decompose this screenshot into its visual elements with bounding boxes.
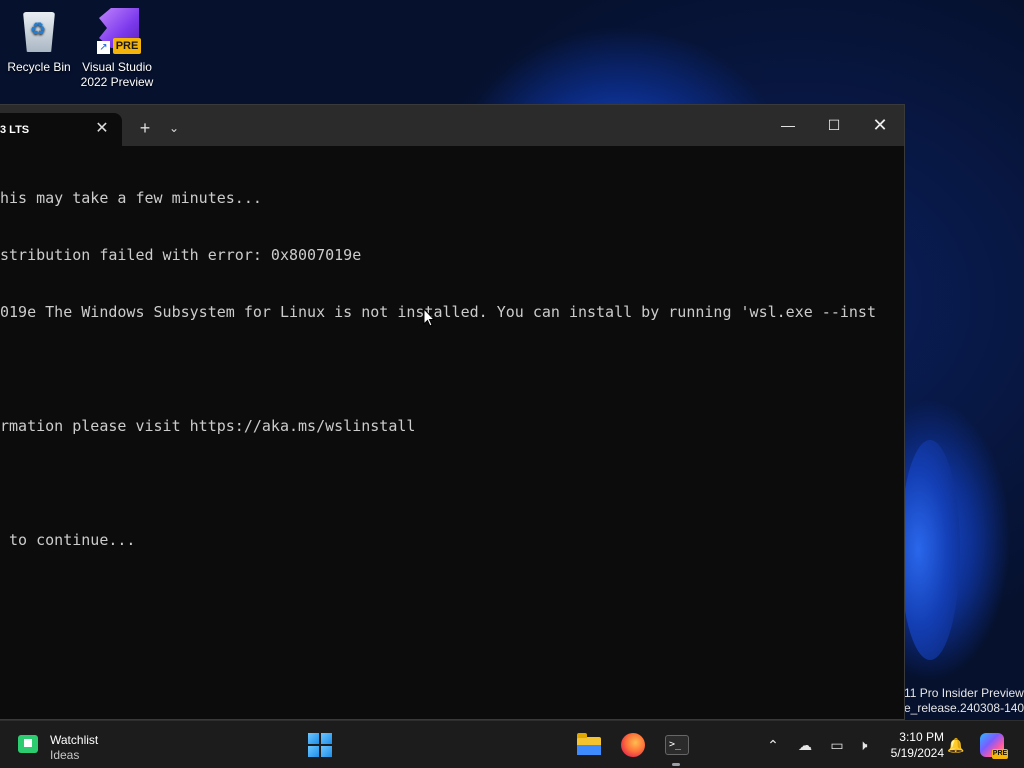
console-line: rmation please visit https://aka.ms/wsli…	[0, 417, 416, 435]
watermark-line-2: e_release.240308-1400	[904, 701, 1024, 715]
widget-title: Watchlist	[50, 733, 99, 747]
desktop-icon-visual-studio[interactable]: PRE ↗ Visual Studio 2022 Preview	[79, 8, 155, 90]
close-tab-icon[interactable]: ✕	[94, 117, 110, 141]
shortcut-arrow-icon: ↗	[97, 41, 110, 54]
desktop-icon-label-2: 2022 Preview	[80, 75, 154, 89]
folder-icon	[577, 733, 601, 755]
terminal-window[interactable]: 3 LTS ✕ + ⌄ — ☐ ✕ his may take a few min…	[0, 104, 905, 720]
watermark-line-1: 11 Pro Insider Preview	[904, 686, 1024, 700]
console-line: his may take a few minutes...	[0, 189, 262, 207]
firefox-button[interactable]	[619, 731, 647, 759]
windows-logo-icon	[308, 733, 319, 744]
console-line: stribution failed with error: 0x8007019e	[0, 246, 362, 264]
copilot-preview-badge: PRE	[992, 749, 1008, 759]
windows-logo-pane	[308, 746, 319, 757]
windows-logo-pane	[321, 746, 332, 757]
clock[interactable]: 3:10 PM 5/19/2024	[878, 729, 944, 761]
console-output[interactable]: his may take a few minutes... stribution…	[0, 151, 904, 711]
widgets-button[interactable]: Watchlist Ideas	[18, 733, 118, 763]
preview-badge: PRE	[113, 38, 141, 54]
terminal-titlebar[interactable]: 3 LTS ✕ + ⌄ — ☐ ✕	[0, 105, 904, 146]
tab-title: 3 LTS	[0, 124, 30, 136]
visual-studio-icon: PRE ↗	[93, 8, 141, 56]
insider-watermark: 11 Pro Insider Preview e_release.240308-…	[904, 686, 1024, 716]
display-icon[interactable]: ▭	[827, 735, 847, 755]
close-window-button[interactable]: ✕	[857, 105, 903, 146]
stock-widget-icon	[18, 735, 38, 753]
new-tab-button[interactable]: +	[134, 113, 156, 143]
onedrive-icon[interactable]: ☁	[795, 735, 815, 755]
terminal-taskbar-button[interactable]: >_	[663, 731, 691, 759]
console-line: to continue...	[0, 531, 136, 549]
clock-date: 5/19/2024	[890, 746, 944, 760]
desktop-icon-recycle-bin[interactable]: Recycle Bin	[1, 8, 77, 75]
desktop-icon-label: Recycle Bin	[7, 60, 71, 74]
terminal-icon: >_	[665, 735, 689, 755]
maximize-button[interactable]: ☐	[811, 105, 857, 146]
terminal-tab[interactable]: 3 LTS ✕	[0, 113, 122, 146]
wallpaper-bloom	[900, 440, 960, 660]
widget-subtitle: Ideas	[50, 748, 80, 762]
file-explorer-button[interactable]	[575, 731, 603, 759]
show-hidden-icons-button[interactable]: ⌃	[764, 735, 782, 755]
console-line: 019e The Windows Subsystem for Linux is …	[0, 303, 876, 321]
minimize-button[interactable]: —	[765, 105, 811, 146]
active-app-indicator	[672, 763, 680, 766]
taskbar: Watchlist Ideas >_ ⌃ ☁ ▭ 🕨 3:10 PM 5/19/…	[0, 720, 1024, 768]
volume-icon[interactable]: 🕨	[853, 735, 873, 755]
windows-logo-pane	[321, 733, 332, 744]
chevron-down-icon[interactable]: ⌄	[164, 113, 184, 143]
clock-time: 3:10 PM	[899, 730, 944, 744]
desktop-icon-label: Visual Studio	[82, 60, 152, 74]
start-button[interactable]	[308, 733, 332, 757]
mouse-pointer-icon	[423, 308, 435, 327]
notification-bell-icon[interactable]: 🔔	[946, 735, 966, 755]
firefox-icon	[621, 733, 645, 757]
recycle-bin-icon	[15, 8, 63, 56]
